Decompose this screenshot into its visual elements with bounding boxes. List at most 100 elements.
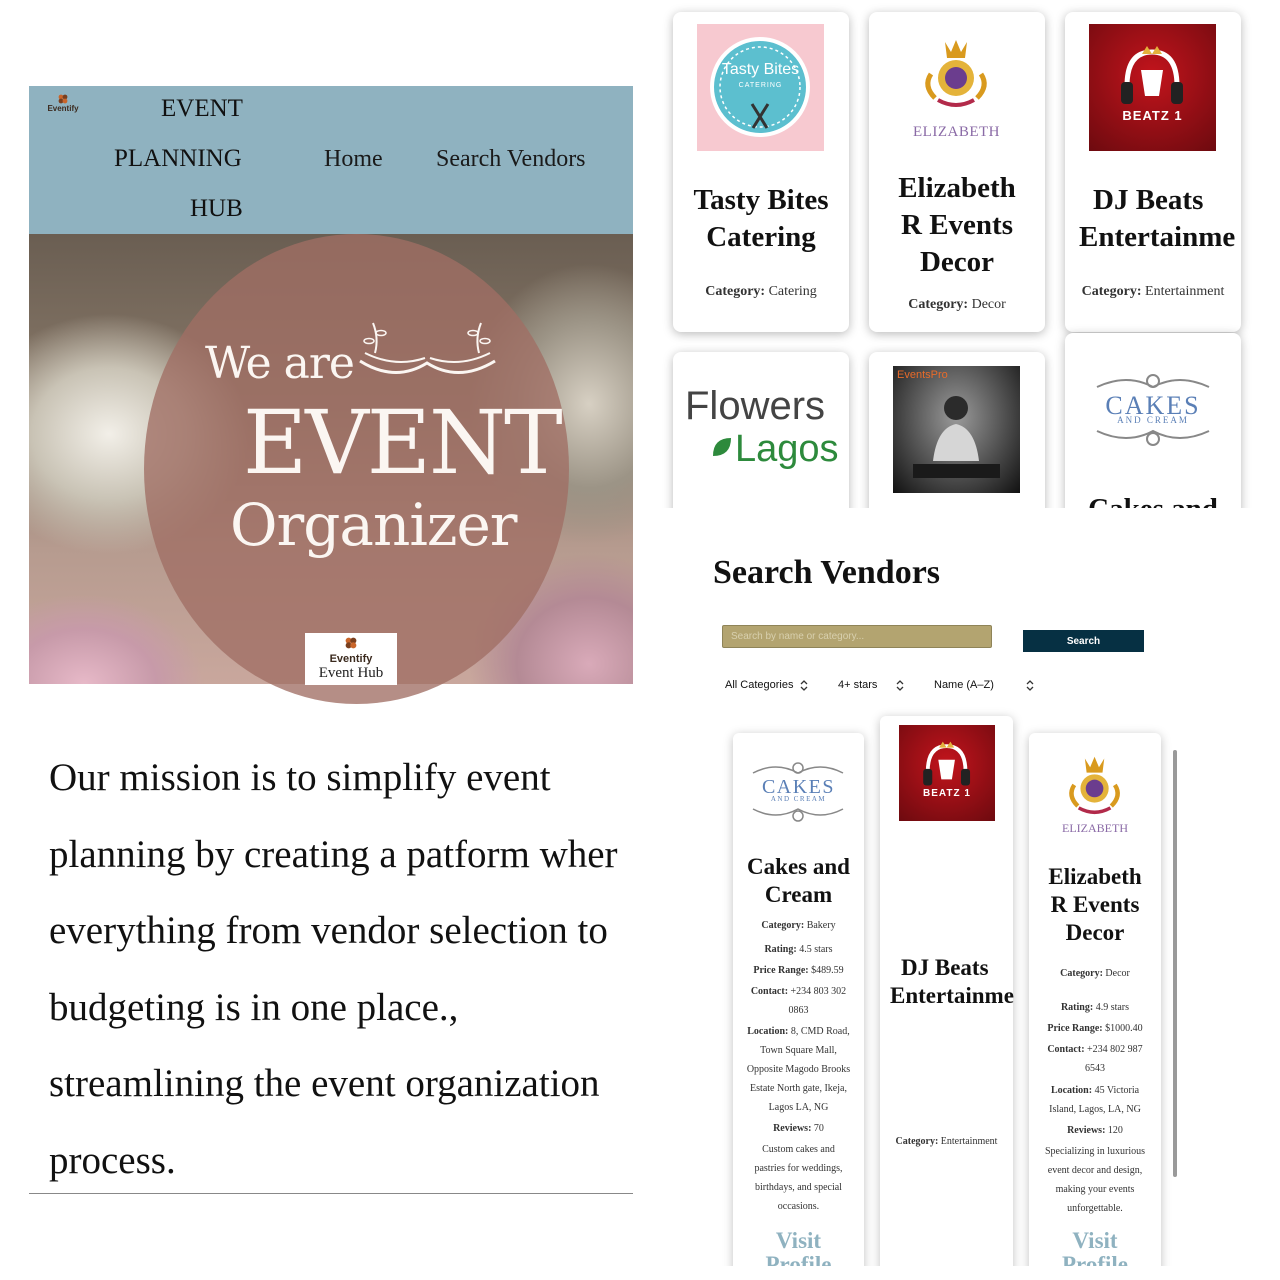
category-value: Decor <box>971 297 1006 312</box>
mission-statement: Our mission is to simplify event plannin… <box>49 740 649 1199</box>
result-card-dj-beats[interactable]: BEATZ 1 DJ Beats Entertainme Category: E… <box>880 716 1014 1280</box>
value: Bakery <box>806 920 836 931</box>
result-name-line: Elizabeth <box>1048 864 1142 889</box>
sort-select[interactable]: Name (A–Z) <box>934 679 994 691</box>
nav-home-link[interactable]: Home <box>324 145 383 173</box>
hero-line-3: Organizer <box>230 491 517 559</box>
logo-text: Eventify <box>47 104 79 113</box>
result-details: Category: Decor Rating: 4.9 stars Price … <box>1033 964 1157 1218</box>
rating-filter-select[interactable]: 4+ stars <box>838 679 877 691</box>
value: occasions. <box>777 1201 820 1212</box>
value: 6543 <box>1085 1063 1105 1074</box>
vendor-name-line: Tasty Bites <box>693 184 829 216</box>
chevron-up-down-icon[interactable] <box>896 680 904 691</box>
value: 8, CMD Road, <box>790 1026 850 1037</box>
label: Reviews: <box>773 1123 812 1134</box>
hero-badge: Eventify Event Hub <box>305 633 397 685</box>
category-label: Category: <box>705 284 766 299</box>
logo-title: ELIZABETH <box>1062 821 1128 835</box>
hero-line-2: EVENT <box>243 391 563 494</box>
headphones-logo-icon <box>1121 46 1183 104</box>
mission-line: budgeting is in one place., <box>49 985 459 1029</box>
visit-link-line: Visit <box>775 1228 822 1253</box>
result-name-line: Cakes and <box>747 854 850 879</box>
logo-title: Flowers <box>685 384 826 428</box>
search-button[interactable]: Search <box>1023 630 1144 652</box>
value: $489.59 <box>811 965 844 976</box>
result-card-elizabeth-r[interactable]: ELIZABETH Elizabeth R Events Decor Categ… <box>1029 733 1161 1280</box>
result-rating: Rating: 4.5 stars <box>737 940 860 959</box>
label: Rating: <box>764 944 797 955</box>
result-category: Category: Decor <box>1033 964 1157 983</box>
mission-line: streamlining the event organization <box>49 1062 600 1105</box>
logo-title: BEATZ 1 <box>1122 108 1183 123</box>
bottom-crop-edge <box>0 1266 1280 1280</box>
logo-subtitle: AND CREAM <box>770 795 827 803</box>
label: Category: <box>1060 968 1103 979</box>
result-location: Location: 8, CMD Road, Town Square Mall, O… <box>737 1022 860 1117</box>
result-contact: Contact: +234 802 987 6543 <box>1033 1040 1157 1078</box>
eventify-logo[interactable]: Eventify <box>41 94 85 120</box>
chevron-up-down-icon[interactable] <box>1026 680 1034 691</box>
vendor-logo-cakes-and-cream: CAKES AND CREAM <box>1077 373 1229 453</box>
result-price: Price Range: $1000.40 <box>1033 1019 1157 1038</box>
divider <box>29 1193 633 1194</box>
value: 4.9 stars <box>1095 1002 1130 1013</box>
label: Price Range: <box>1047 1023 1103 1034</box>
value: +234 803 302 <box>790 986 847 997</box>
vendor-name-line: Elizabeth <box>898 172 1016 204</box>
label: Location: <box>1050 1085 1093 1096</box>
vendor-category: Category: Decor <box>869 297 1045 313</box>
value: Decor <box>1105 968 1130 979</box>
search-page-title: Search Vendors <box>713 554 941 591</box>
vendor-logo-tasty-bites: Tasty Bites CATERING <box>697 24 824 151</box>
vendor-card-eventspro[interactable]: EventsPro <box>869 352 1045 508</box>
site-title-line-3: HUB <box>190 195 243 222</box>
result-card-cakes-and-cream[interactable]: CAKES AND CREAM Cakes and Cream Category… <box>733 733 864 1280</box>
value: Entertainment <box>940 1136 998 1147</box>
value: making your events <box>1055 1184 1135 1195</box>
mission-line: planning by creating a patform wher <box>49 832 618 876</box>
result-reviews: Reviews: 70 <box>737 1119 860 1138</box>
hero-line-1: We are <box>205 338 355 389</box>
result-contact: Contact: +234 803 302 0863 <box>737 982 860 1020</box>
value: Custom cakes and <box>762 1144 835 1155</box>
badge-brand: Eventify <box>329 653 373 665</box>
vendor-card-cakes-and-cream[interactable]: CAKES AND CREAM Cakes and <box>1065 333 1241 508</box>
result-details: Category: Bakery Rating: 4.5 stars Price… <box>737 916 860 1216</box>
result-price: Price Range: $489.59 <box>737 961 860 980</box>
nav-search-vendors-link[interactable]: Search Vendors <box>436 145 586 173</box>
logo-subtitle: AND CREAM <box>1117 415 1189 425</box>
value: 45 Victoria <box>1094 1085 1140 1096</box>
result-name-line: Entertainme <box>890 983 1014 1008</box>
mission-line: everything from vendor selection to <box>49 909 608 952</box>
label: Category: <box>761 920 805 931</box>
result-reviews: Reviews: 120 <box>1033 1121 1157 1140</box>
value: Estate North gate, Ikeja, <box>750 1083 847 1094</box>
vendor-card-tasty-bites[interactable]: Tasty Bites CATERING Tasty Bites Caterin… <box>673 12 849 332</box>
label: Price Range: <box>753 965 809 976</box>
result-name-line: R Events <box>1050 892 1140 917</box>
vendor-card-dj-beats[interactable]: BEATZ 1 DJ Beats Entertainme Category: E… <box>1065 12 1241 332</box>
value: 4.5 stars <box>799 944 833 955</box>
category-value: Catering <box>768 284 817 299</box>
vendor-card-elizabeth-r[interactable]: ELIZABETH Elizabeth R Events Decor Categ… <box>869 12 1045 332</box>
value: birthdays, and special <box>755 1182 842 1193</box>
eventify-flower-icon <box>58 94 68 104</box>
result-rating: Rating: 4.9 stars <box>1033 998 1157 1017</box>
vendor-name-line: R Events <box>901 209 1013 241</box>
result-logo: CAKES AND CREAM <box>741 761 856 825</box>
mission-line: Our mission is to simplify event <box>49 756 551 799</box>
chevron-up-down-icon[interactable] <box>800 680 808 691</box>
vendor-logo-eventspro: EventsPro <box>893 366 1020 493</box>
vendor-name: Cakes and <box>1065 491 1241 508</box>
category-value: Entertainment <box>1145 284 1225 299</box>
category-filter-select[interactable]: All Categories <box>725 679 793 691</box>
scrollbar[interactable] <box>1173 750 1177 1177</box>
value: Opposite Magodo Brooks <box>746 1064 851 1075</box>
vendor-logo-flowers-lagos: Flowers Lagos <box>685 384 841 480</box>
result-location: Location: 45 Victoria Island, Lagos, LA, … <box>1033 1081 1157 1119</box>
label: Contact: <box>1047 1044 1085 1055</box>
vendor-card-flowers-lagos[interactable]: Flowers Lagos <box>673 352 849 508</box>
search-input[interactable] <box>722 625 992 648</box>
